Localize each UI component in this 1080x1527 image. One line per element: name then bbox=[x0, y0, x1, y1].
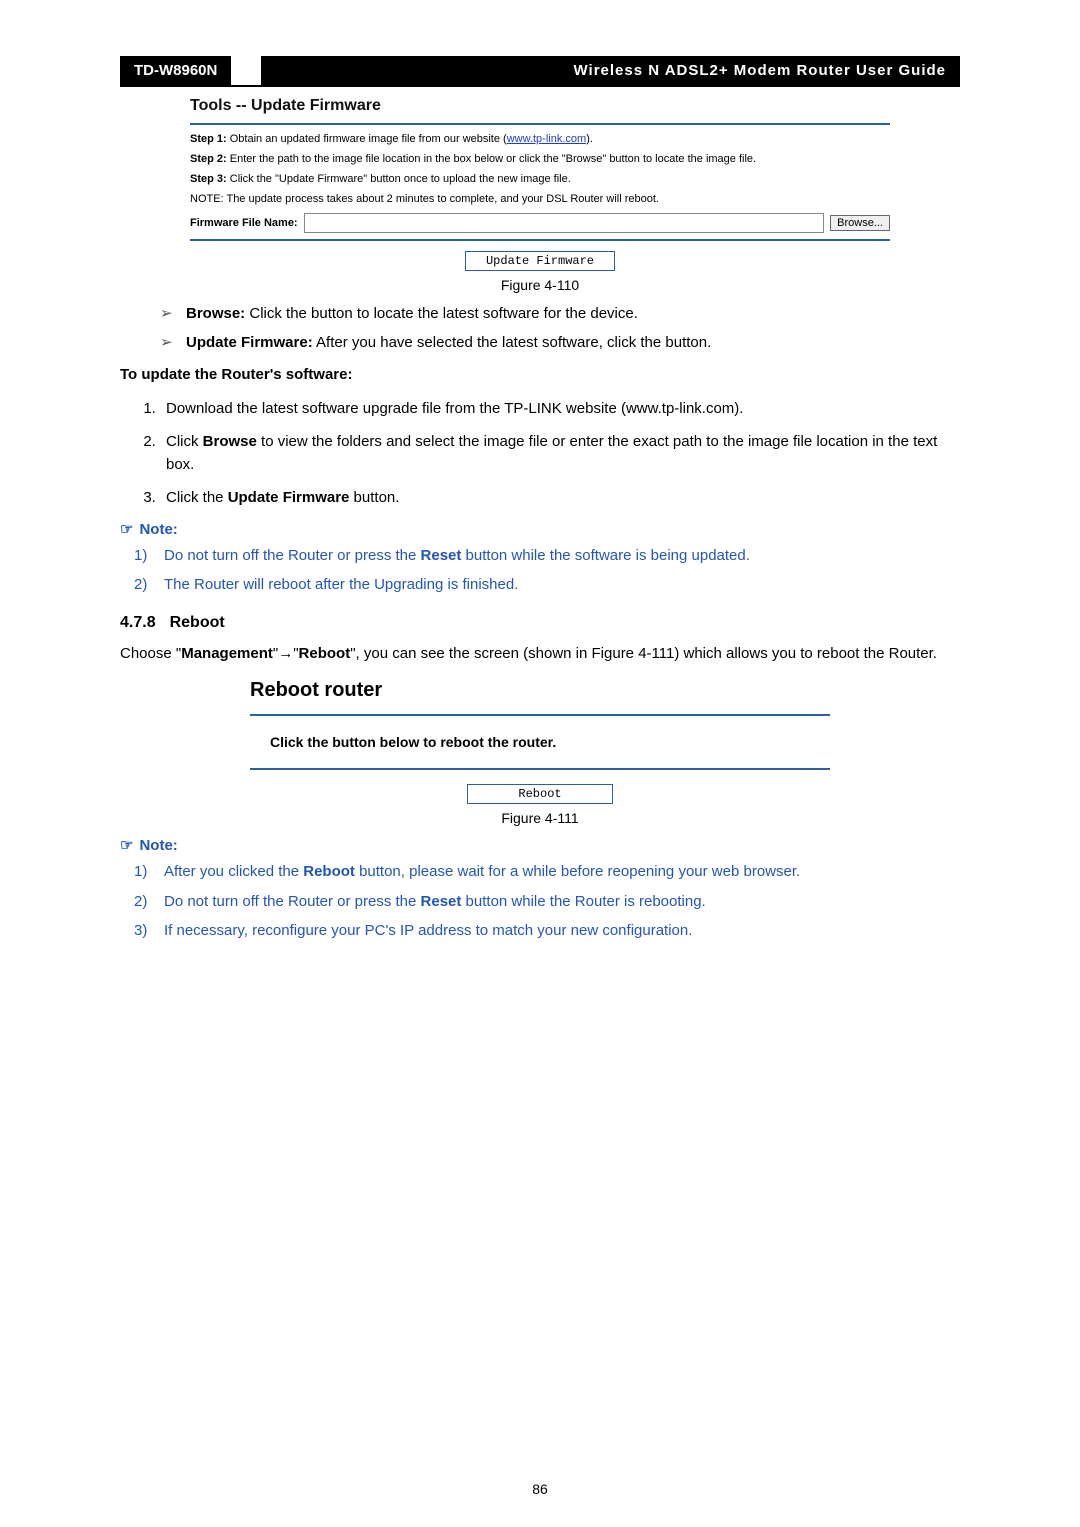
firmware-panel: Tools -- Update Firmware Step 1: Obtain … bbox=[190, 97, 890, 271]
list-number: 2) bbox=[134, 890, 147, 913]
list-item: Download the latest software upgrade fil… bbox=[160, 397, 960, 420]
text: Do not turn off the Router or press the bbox=[164, 893, 421, 910]
step-text: Obtain an updated firmware image file fr… bbox=[227, 133, 507, 145]
list-item: 1) Do not turn off the Router or press t… bbox=[134, 544, 960, 567]
list-item: 3) If necessary, reconfigure your PC's I… bbox=[134, 919, 960, 942]
text: button. bbox=[349, 489, 399, 506]
divider bbox=[250, 768, 830, 770]
header-gap bbox=[231, 56, 261, 85]
update-heading: To update the Router's software: bbox=[120, 364, 960, 387]
reboot-paragraph: Choose "Management"→"Reboot", you can se… bbox=[120, 642, 960, 665]
text: The Router will reboot after the Upgradi… bbox=[164, 576, 518, 593]
bold-text: Reboot bbox=[303, 863, 355, 880]
firmware-step-1: Step 1: Obtain an updated firmware image… bbox=[190, 133, 890, 145]
divider bbox=[250, 714, 830, 716]
firmware-file-row: Firmware File Name: Browse... bbox=[190, 213, 890, 233]
list-item: Click the Update Firmware button. bbox=[160, 486, 960, 509]
reboot-panel: Reboot router Click the button below to … bbox=[250, 679, 830, 804]
text: button, please wait for a while before r… bbox=[355, 863, 800, 880]
hand-point-icon: ☞ bbox=[120, 837, 133, 854]
figure-caption-111: Figure 4-111 bbox=[120, 810, 960, 826]
browse-button[interactable]: Browse... bbox=[830, 215, 890, 231]
text: to view the folders and select the image… bbox=[166, 433, 937, 473]
firmware-file-input[interactable] bbox=[304, 213, 825, 233]
section-heading: 4.7.8 Reboot bbox=[120, 614, 960, 632]
firmware-step-3: Step 3: Click the "Update Firmware" butt… bbox=[190, 173, 890, 185]
reboot-button[interactable]: Reboot bbox=[467, 784, 612, 804]
note-heading: ☞ Note: bbox=[120, 520, 960, 538]
section-number: 4.7.8 bbox=[120, 614, 156, 631]
text: If necessary, reconfigure your PC's IP a… bbox=[164, 922, 692, 939]
browse-term: Browse: bbox=[186, 305, 245, 322]
list-item: 2) The Router will reboot after the Upgr… bbox=[134, 573, 960, 596]
divider bbox=[190, 239, 890, 241]
bold-text: Reset bbox=[421, 893, 462, 910]
list-item: Click Browse to view the folders and sel… bbox=[160, 430, 960, 477]
reboot-instruction: Click the button below to reboot the rou… bbox=[270, 734, 830, 750]
bold-text: Reboot bbox=[299, 645, 351, 662]
update-term: Update Firmware: bbox=[186, 334, 313, 351]
firmware-note: NOTE: The update process takes about 2 m… bbox=[190, 193, 890, 205]
text: button while the software is being updat… bbox=[461, 547, 750, 564]
header-title: Wireless N ADSL2+ Modem Router User Guid… bbox=[261, 56, 960, 85]
note-heading: ☞ Note: bbox=[120, 836, 960, 854]
bold-text: Management bbox=[181, 645, 273, 662]
list-number: 3) bbox=[134, 919, 147, 942]
step-label: Step 1: bbox=[190, 133, 227, 145]
step-text-tail: ). bbox=[586, 133, 593, 145]
divider bbox=[190, 123, 890, 125]
bold-text: Update Firmware bbox=[228, 489, 350, 506]
page-number: 86 bbox=[0, 1481, 1080, 1497]
step-text: Enter the path to the image file locatio… bbox=[227, 153, 756, 165]
text: After you clicked the bbox=[164, 863, 303, 880]
note-label: Note: bbox=[139, 521, 177, 538]
firmware-panel-title: Tools -- Update Firmware bbox=[190, 97, 890, 115]
list-number: 1) bbox=[134, 860, 147, 883]
list-item: Browse: Click the button to locate the l… bbox=[160, 303, 960, 326]
list-number: 1) bbox=[134, 544, 147, 567]
note-label: Note: bbox=[139, 837, 177, 854]
step-label: Step 3: bbox=[190, 173, 227, 185]
feature-list: Browse: Click the button to locate the l… bbox=[160, 303, 960, 354]
step-label: Step 2: bbox=[190, 153, 227, 165]
list-number: 2) bbox=[134, 573, 147, 596]
figure-caption-110: Figure 4-110 bbox=[120, 277, 960, 293]
update-desc: After you have selected the latest softw… bbox=[313, 334, 712, 351]
firmware-step-2: Step 2: Enter the path to the image file… bbox=[190, 153, 890, 165]
section-title: Reboot bbox=[170, 614, 225, 631]
note-list-2: 1) After you clicked the Reboot button, … bbox=[134, 860, 960, 942]
list-item: 2) Do not turn off the Router or press t… bbox=[134, 890, 960, 913]
hand-point-icon: ☞ bbox=[120, 521, 133, 538]
website-link[interactable]: www.tp-link.com bbox=[507, 133, 586, 145]
text: ", you can see the screen (shown in Figu… bbox=[350, 645, 937, 662]
update-steps: Download the latest software upgrade fil… bbox=[160, 397, 960, 510]
update-firmware-button[interactable]: Update Firmware bbox=[465, 251, 615, 271]
browse-desc: Click the button to locate the latest so… bbox=[245, 305, 638, 322]
header-model: TD-W8960N bbox=[120, 56, 231, 85]
bold-text: Reset bbox=[421, 547, 462, 564]
page-header: TD-W8960N Wireless N ADSL2+ Modem Router… bbox=[120, 56, 960, 87]
step-text: Click the "Update Firmware" button once … bbox=[227, 173, 571, 185]
text: Click the bbox=[166, 489, 228, 506]
text: Do not turn off the Router or press the bbox=[164, 547, 421, 564]
arrow-icon: "→" bbox=[273, 645, 299, 662]
text: button while the Router is rebooting. bbox=[461, 893, 705, 910]
list-item: 1) After you clicked the Reboot button, … bbox=[134, 860, 960, 883]
reboot-panel-title: Reboot router bbox=[250, 679, 830, 702]
firmware-file-label: Firmware File Name: bbox=[190, 217, 298, 229]
list-item: Update Firmware: After you have selected… bbox=[160, 332, 960, 355]
bold-text: Browse bbox=[203, 433, 257, 450]
text: Click bbox=[166, 433, 203, 450]
text: Choose " bbox=[120, 645, 181, 662]
note-list-1: 1) Do not turn off the Router or press t… bbox=[134, 544, 960, 597]
